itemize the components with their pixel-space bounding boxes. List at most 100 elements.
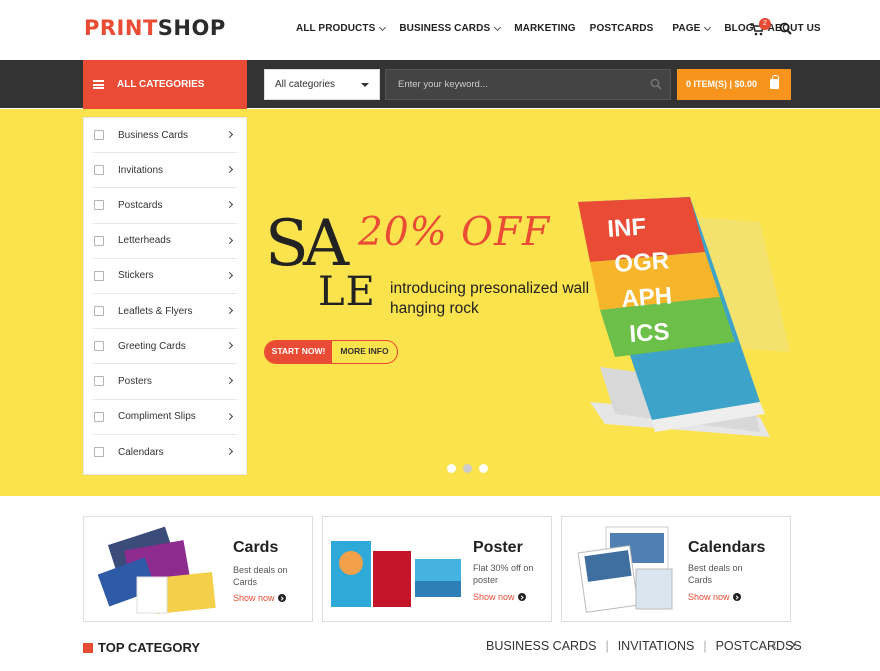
- category-item-compliment-slips[interactable]: Compliment Slips: [93, 400, 237, 435]
- thumbs-up-icon: [94, 130, 104, 141]
- chevron-right-icon: [225, 342, 234, 350]
- chevron-right-icon: [225, 271, 234, 279]
- svg-text:APH: APH: [621, 283, 673, 313]
- chevron-right-icon[interactable]: [786, 640, 796, 650]
- search-input[interactable]: Enter your keyword...: [385, 69, 671, 100]
- chevron-left-icon[interactable]: [771, 640, 781, 650]
- caret-down-icon: [361, 83, 369, 87]
- chevron-right-icon: [225, 412, 234, 420]
- category-label: Letterheads: [118, 235, 171, 247]
- nav-business-cards[interactable]: BUSINESS CARDS: [399, 23, 502, 34]
- category-select-value: All categories: [275, 79, 336, 90]
- category-item-business-cards[interactable]: Business Cards: [93, 118, 237, 154]
- logo-part-print: PRINT: [84, 16, 158, 40]
- nav-label: BUSINESS CARDS: [399, 23, 491, 34]
- category-item-greeting-cards[interactable]: Greeting Cards: [93, 329, 237, 365]
- category-item-postcards[interactable]: Postcards: [93, 188, 237, 224]
- menu-icon: [93, 80, 104, 89]
- slider-dot-2[interactable]: [463, 464, 472, 473]
- leaflet-icon: [94, 306, 104, 317]
- nav-marketing[interactable]: MARKETING: [514, 23, 575, 34]
- chevron-right-icon: [225, 377, 234, 385]
- top-category-title: TOP CATEGORY: [98, 640, 201, 655]
- svg-text:ICS: ICS: [629, 318, 671, 348]
- hero-sale-text-bottom: LE: [318, 269, 376, 315]
- category-item-calendars[interactable]: Calendars: [93, 435, 237, 470]
- category-item-posters[interactable]: Posters: [93, 364, 237, 400]
- nav-label: ALL PRODUCTS: [296, 23, 376, 34]
- heading-marker: [83, 642, 93, 653]
- category-item-letterheads[interactable]: Letterheads: [93, 224, 237, 259]
- all-categories-button[interactable]: ALL CATEGORIES: [83, 60, 247, 109]
- category-label: Invitations: [118, 164, 164, 176]
- site-header: PRINTSHOP ALL PRODUCTS BUSINESS CARDS MA…: [0, 0, 880, 60]
- more-info-button[interactable]: MORE INFO: [332, 341, 397, 363]
- show-now-link[interactable]: Show now: [473, 592, 526, 602]
- slider-dot-1[interactable]: [447, 464, 456, 473]
- chevron-down-icon: [379, 23, 387, 31]
- nav-about-us[interactable]: ABOUT US: [768, 23, 821, 34]
- category-select[interactable]: All categories: [264, 69, 380, 100]
- nav-label: MARKETING: [514, 23, 576, 34]
- promo-description: Flat 30% off on poster: [473, 563, 534, 585]
- poster-icon: [94, 376, 104, 387]
- logo[interactable]: PRINTSHOP: [84, 16, 226, 40]
- show-now-label: Show now: [473, 592, 515, 602]
- logo-part-shop: SHOP: [157, 16, 226, 40]
- calendar-icon: [94, 447, 104, 458]
- chevron-right-icon: [225, 201, 234, 209]
- category-label: Greeting Cards: [118, 340, 186, 352]
- category-label: Calendars: [118, 446, 164, 458]
- show-now-label: Show now: [233, 593, 275, 603]
- nav-all-products[interactable]: ALL PRODUCTS: [296, 23, 387, 34]
- shopping-bag-icon: [770, 75, 779, 89]
- svg-text:INF: INF: [607, 213, 647, 243]
- tab-business-cards[interactable]: BUSINESS CARDS: [486, 639, 596, 653]
- promo-card-cards[interactable]: Cards Best deals on Cards Show now: [83, 516, 313, 622]
- category-item-invitations[interactable]: Invitations: [93, 153, 237, 189]
- hero-discount: 20% OFF: [358, 210, 551, 255]
- arrow-circle-icon: [517, 593, 526, 601]
- start-now-button[interactable]: START NOW!: [265, 341, 332, 363]
- category-label: Stickers: [118, 270, 154, 282]
- search-icon[interactable]: [650, 78, 662, 90]
- cart-button[interactable]: 0 ITEM(S) | $0.00: [677, 69, 791, 100]
- category-label: Business Cards: [118, 129, 189, 141]
- category-label: Postcards: [118, 199, 163, 211]
- chevron-down-icon: [704, 23, 712, 31]
- nav-label: PAGE: [672, 23, 701, 34]
- nav-postcards[interactable]: POSTCARDS: [590, 23, 654, 34]
- brochure-mockup-image: INF OGR APH ICS: [578, 197, 790, 437]
- promo-card-calendars[interactable]: Calendars Best deals on Cards Show now: [561, 516, 791, 622]
- chevron-right-icon: [225, 236, 234, 244]
- category-item-stickers[interactable]: Stickers: [93, 259, 237, 294]
- promo-description: Best deals on Cards: [688, 563, 743, 585]
- promo-title: Poster: [473, 539, 523, 556]
- arrow-circle-icon: [732, 593, 741, 601]
- slider-dot-3[interactable]: [479, 464, 488, 473]
- show-now-link[interactable]: Show now: [233, 593, 286, 603]
- tab-invitations[interactable]: INVITATIONS: [618, 639, 695, 653]
- arrow-circle-icon: [277, 594, 286, 602]
- category-item-leaflets-flyers[interactable]: Leaflets & Flyers: [93, 294, 237, 330]
- chevron-right-icon: [225, 306, 234, 314]
- tab-separator: |: [703, 639, 707, 653]
- nav-page[interactable]: PAGE: [672, 23, 712, 34]
- show-now-label: Show now: [688, 592, 730, 602]
- calendars-image: [577, 526, 673, 613]
- nav-label: ABOUT US: [767, 23, 821, 34]
- category-label: Leaflets & Flyers: [118, 305, 193, 317]
- tab-separator: |: [605, 639, 609, 653]
- promo-title: Calendars: [688, 539, 766, 556]
- posters-image: [331, 541, 461, 607]
- promo-card-poster[interactable]: Poster Flat 30% off on poster Show now: [322, 516, 552, 622]
- all-categories-label: ALL CATEGORIES: [117, 79, 205, 90]
- document-icon: [94, 235, 104, 246]
- carousel-pager: [771, 640, 803, 650]
- show-now-link[interactable]: Show now: [688, 592, 741, 602]
- search-icon[interactable]: [779, 22, 792, 35]
- chevron-down-icon: [494, 23, 502, 31]
- envelope-icon: [94, 411, 104, 422]
- category-label: Posters: [118, 375, 152, 387]
- top-category-tabs: BUSINESS CARDS | INVITATIONS | POSTCARDS…: [486, 639, 802, 653]
